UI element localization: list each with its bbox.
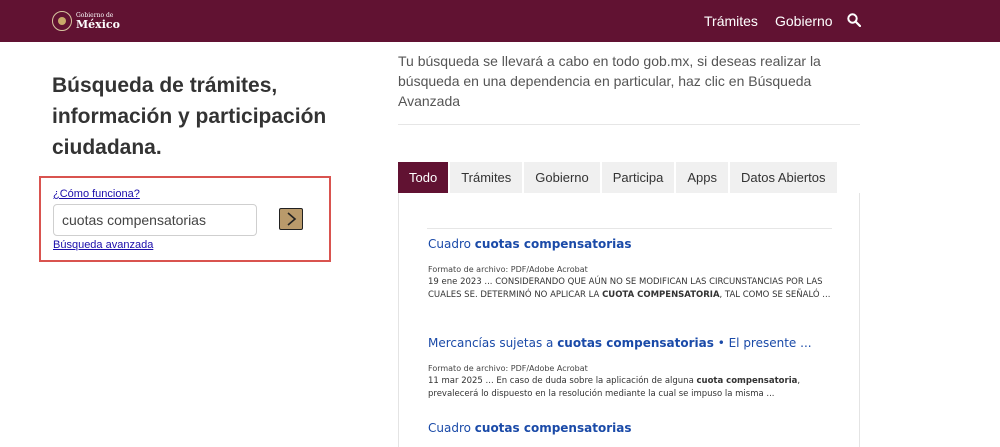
tab-gobierno[interactable]: Gobierno [524,162,600,193]
nav-link-tramites[interactable]: Trámites [704,0,758,42]
result-title-prefix: Cuadro [428,237,475,251]
divider [398,124,860,125]
advanced-search-link[interactable]: Búsqueda avanzada [53,239,153,251]
result-snippet-highlight: cuota compensatoria [696,376,798,386]
how-it-works-link[interactable]: ¿Cómo funciona? [53,188,140,200]
search-result: Cuadro cuotas compensatorias Formato de … [428,237,838,302]
tab-apps[interactable]: Apps [676,162,728,193]
search-scope-intro: Tu búsqueda se llevará a cabo en todo go… [398,53,821,109]
result-title-link[interactable]: Cuadro cuotas compensatorias [428,421,838,435]
result-snippet: 11 mar 2025 ... En caso de duda sobre la… [428,375,838,401]
results-panel: Cuadro cuotas compensatorias Formato de … [398,193,860,447]
gobierno-de-mexico-logo[interactable]: Gobierno de México [52,9,120,33]
tab-datos-abiertos[interactable]: Datos Abiertos [729,162,837,193]
logo-text: Gobierno de México [76,12,120,31]
result-tabs: Todo Trámites Gobierno Participa Apps Da… [398,162,839,193]
tab-participa[interactable]: Participa [601,162,675,193]
nav-link-gobierno[interactable]: Gobierno [775,0,833,42]
search-submit-button[interactable] [279,208,303,230]
top-navigation-bar: Gobierno de México Trámites Gobierno [0,0,1000,42]
national-seal-icon [52,11,72,31]
result-title-highlight: cuotas compensatorias [557,336,714,350]
result-title-link[interactable]: Mercancías sujetas a cuotas compensatori… [428,336,838,350]
search-input[interactable] [53,204,257,236]
search-panel: ¿Cómo funciona? Búsqueda avanzada [39,176,331,262]
result-snippet-text: 11 mar 2025 ... En caso de duda sobre la… [428,376,697,386]
result-snippet-text-end: , TAL COMO SE SEÑALÓ ... [719,290,831,300]
tab-todo[interactable]: Todo [398,162,449,193]
search-result: Mercancías sujetas a cuotas compensatori… [428,336,838,401]
result-snippet: 19 ene 2023 ... CONSIDERANDO QUE AÚN NO … [428,276,838,302]
result-title-suffix: • El presente ... [713,336,812,350]
page-title: Búsqueda de trámites, información y part… [52,74,327,159]
tab-tramites[interactable]: Trámites [450,162,523,193]
result-file-format: Formato de archivo: PDF/Adobe Acrobat [428,364,588,373]
result-snippet-highlight: CUOTA COMPENSATORIA [602,290,720,300]
result-title-highlight: cuotas compensatorias [474,237,632,251]
search-result: Cuadro cuotas compensatorias [428,421,838,435]
result-title-prefix: Cuadro [428,421,475,435]
search-icon[interactable] [847,13,861,27]
logo-big-text: México [76,17,120,31]
result-title-link[interactable]: Cuadro cuotas compensatorias [428,237,838,251]
result-title-highlight: cuotas compensatorias [474,421,632,435]
chevron-right-icon [287,212,297,226]
result-title-prefix: Mercancías sujetas a [428,336,558,350]
result-file-format: Formato de archivo: PDF/Adobe Acrobat [428,265,588,274]
results-divider [427,228,832,229]
